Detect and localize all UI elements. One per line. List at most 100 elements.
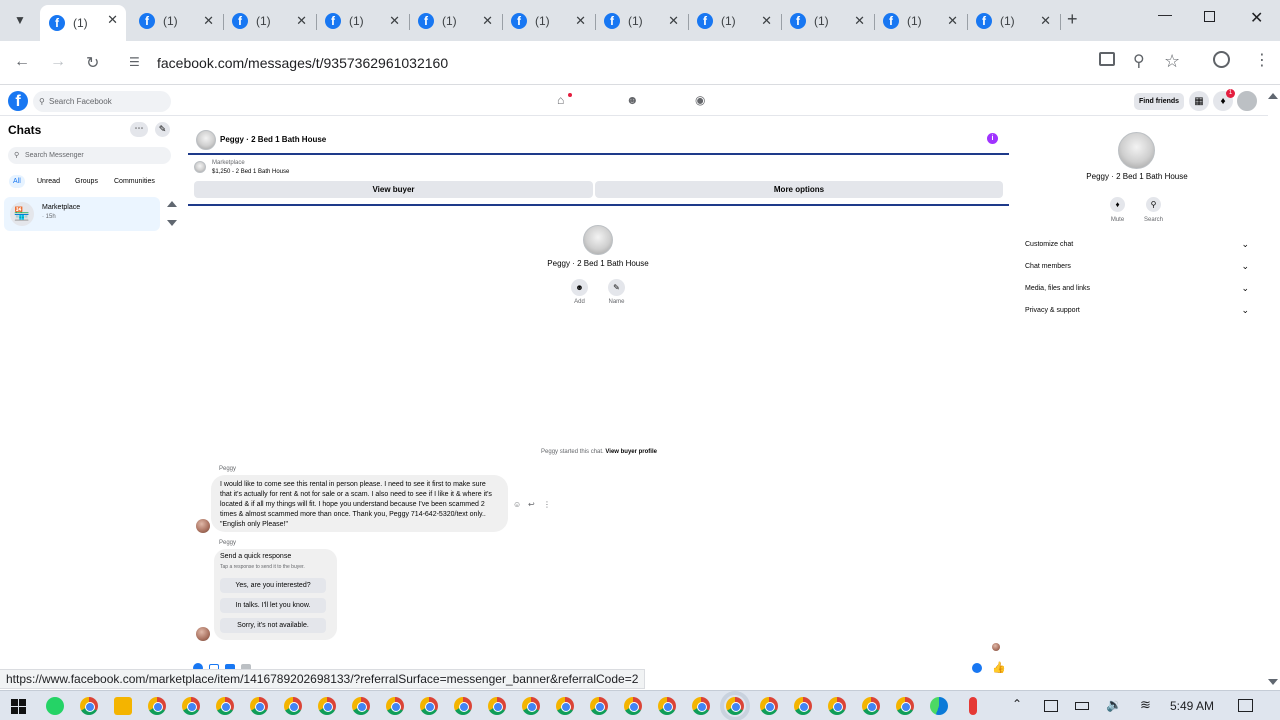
chrome-taskbar-icon[interactable] <box>284 697 302 715</box>
quick-response-option[interactable]: Sorry, it's not available. <box>220 618 326 633</box>
tray-volume-icon[interactable]: 🔉 <box>1106 697 1122 713</box>
chrome-taskbar-icon[interactable] <box>420 697 438 715</box>
messenger-search-input[interactable]: ⚲ Search Messenger <box>8 147 171 164</box>
react-icon[interactable]: ☺ <box>513 500 521 509</box>
page-scroll-up[interactable] <box>1268 93 1278 99</box>
chrome-taskbar-icon[interactable] <box>250 697 268 715</box>
tab-search-button[interactable]: ▼ <box>10 8 30 32</box>
more-options-button[interactable]: More options <box>595 181 1003 198</box>
listing-thumbnail[interactable] <box>194 161 206 173</box>
chrome-taskbar-icon[interactable] <box>352 697 370 715</box>
filter-all[interactable]: All <box>9 175 25 188</box>
browser-tab[interactable]: f (1) M ✕ <box>223 6 317 36</box>
media-files-links-section[interactable]: Media, files and links ⌄ <box>1025 283 1249 293</box>
chrome-taskbar-icon[interactable] <box>182 697 200 715</box>
tab-close-icon[interactable]: ✕ <box>203 13 214 29</box>
chrome-taskbar-icon[interactable] <box>896 697 914 715</box>
facebook-search-input[interactable]: ⚲ Search Facebook <box>33 91 171 112</box>
listing-title[interactable]: $1,250 - 2 Bed 1 Bath House <box>212 169 289 175</box>
browser-tab[interactable]: f (1) M ✕ <box>40 5 126 41</box>
bookmark-star-icon[interactable]: ☆ <box>1164 51 1180 72</box>
like-thumb-icon[interactable]: 👍 <box>992 661 1006 674</box>
conversation-info-icon[interactable]: i <box>987 133 998 144</box>
back-icon[interactable]: ← <box>14 53 30 71</box>
browser-tab[interactable]: f (1) M ✕ <box>409 6 503 36</box>
groups-icon[interactable]: ◉ <box>695 93 709 107</box>
chrome-taskbar-icon[interactable] <box>522 697 540 715</box>
browser-tab[interactable]: f (1) M ✕ <box>688 6 782 36</box>
view-buyer-button[interactable]: View buyer <box>194 181 593 198</box>
sidebar-scroll-down[interactable] <box>167 220 177 226</box>
address-bar[interactable]: ☰ facebook.com/messages/t/93573629610321… <box>121 48 1121 78</box>
browser-tab[interactable]: f (1) M ✕ <box>967 6 1061 36</box>
browser-tab[interactable]: f (1) M ✕ <box>316 6 410 36</box>
new-message-button[interactable]: ✎ <box>155 122 170 137</box>
tab-close-icon[interactable]: ✕ <box>1040 13 1051 29</box>
reload-icon[interactable]: ↻ <box>86 53 99 73</box>
chrome-taskbar-icon[interactable] <box>658 697 676 715</box>
chrome-taskbar-icon[interactable] <box>216 697 234 715</box>
filter-communities[interactable]: Communities <box>114 178 155 185</box>
browser-tab[interactable]: f (1) M ✕ <box>595 6 689 36</box>
add-member-button[interactable]: ☻ <box>571 279 588 296</box>
tab-close-icon[interactable]: ✕ <box>947 13 958 29</box>
filter-unread[interactable]: Unread <box>37 178 60 185</box>
conversation-avatar[interactable] <box>196 130 216 150</box>
browser-tab[interactable]: f (1) M ✕ <box>130 6 224 36</box>
composer-emoji-icon[interactable] <box>972 663 982 673</box>
install-app-icon[interactable] <box>1099 52 1115 66</box>
profile-icon[interactable] <box>1213 51 1230 68</box>
profile-avatar[interactable] <box>583 225 613 255</box>
tab-close-icon[interactable]: ✕ <box>482 13 493 29</box>
chrome-taskbar-icon[interactable] <box>624 697 642 715</box>
chrome-taskbar-icon[interactable] <box>794 697 812 715</box>
sidebar-scroll-up[interactable] <box>167 201 177 207</box>
zoom-icon[interactable]: ⚲ <box>1133 51 1145 71</box>
customize-chat-section[interactable]: Customize chat ⌄ <box>1025 239 1249 249</box>
tab-close-icon[interactable]: ✕ <box>575 13 586 29</box>
quick-response-option[interactable]: Yes, are you interested? <box>220 578 326 593</box>
chrome-taskbar-icon[interactable] <box>590 697 608 715</box>
tray-battery-icon[interactable] <box>1075 702 1089 710</box>
new-tab-button[interactable]: + <box>1067 9 1078 30</box>
filter-groups[interactable]: Groups <box>75 178 98 185</box>
site-info-icon[interactable]: ☰ <box>129 55 140 69</box>
sender-avatar[interactable] <box>196 519 210 533</box>
chrome-taskbar-icon[interactable] <box>80 697 98 715</box>
chrome-taskbar-icon[interactable] <box>148 697 166 715</box>
file-explorer-icon[interactable] <box>114 697 132 715</box>
view-buyer-profile-link[interactable]: View buyer profile <box>605 449 657 455</box>
search-conversation-button[interactable]: ⚲ <box>1146 197 1161 212</box>
chrome-taskbar-icon[interactable] <box>556 697 574 715</box>
tab-close-icon[interactable]: ✕ <box>761 13 772 29</box>
tray-display-icon[interactable] <box>1044 700 1058 712</box>
sender-avatar[interactable] <box>196 627 210 641</box>
mute-button[interactable]: ♦ <box>1110 197 1125 212</box>
chrome-taskbar-icon[interactable] <box>862 697 880 715</box>
quick-response-option[interactable]: In talks. I'll let you know. <box>220 598 326 613</box>
tray-wifi-icon[interactable]: ≋ <box>1140 697 1151 713</box>
browser-tab[interactable]: f (1) M ✕ <box>781 6 875 36</box>
details-avatar[interactable] <box>1118 132 1155 169</box>
close-window-button[interactable]: ✕ <box>1250 8 1263 28</box>
chrome-taskbar-icon[interactable] <box>828 697 846 715</box>
menu-icon[interactable]: ⋮ <box>1254 50 1270 70</box>
tray-chevron-icon[interactable]: ⌃ <box>1012 697 1022 711</box>
chrome-taskbar-icon[interactable] <box>720 691 750 720</box>
chrome-taskbar-icon[interactable] <box>760 697 778 715</box>
browser-tab[interactable]: f (1) M ✕ <box>502 6 596 36</box>
tab-close-icon[interactable]: ✕ <box>854 13 865 29</box>
forward-icon[interactable]: → <box>50 53 66 71</box>
find-friends-button[interactable]: Find friends <box>1134 93 1185 110</box>
restore-button[interactable] <box>1204 11 1215 22</box>
chrome-taskbar-icon[interactable] <box>454 697 472 715</box>
privacy-support-section[interactable]: Privacy & support ⌄ <box>1025 305 1249 315</box>
reply-icon[interactable]: ↩ <box>528 500 535 509</box>
tab-close-icon[interactable]: ✕ <box>296 13 307 29</box>
page-scroll-down[interactable] <box>1268 679 1278 685</box>
account-avatar[interactable] <box>1237 91 1257 111</box>
browser-tab[interactable]: f (1) M ✕ <box>874 6 968 36</box>
weather-thermometer-icon[interactable] <box>969 697 977 715</box>
chrome-taskbar-icon[interactable] <box>692 697 710 715</box>
chrome-taskbar-icon[interactable] <box>386 697 404 715</box>
